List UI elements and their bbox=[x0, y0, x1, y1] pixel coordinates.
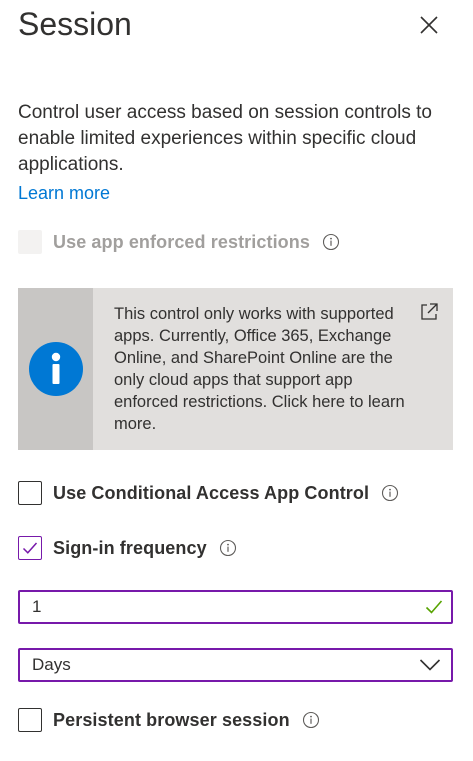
info-badge-icon bbox=[28, 342, 83, 396]
chevron-down-icon bbox=[419, 659, 441, 671]
info-icon[interactable] bbox=[219, 539, 237, 557]
checkmark-icon bbox=[425, 600, 443, 614]
frequency-value-input[interactable] bbox=[32, 592, 412, 622]
info-icon[interactable] bbox=[302, 711, 320, 729]
conditional-access-row: Use Conditional Access App Control bbox=[18, 479, 399, 507]
persistent-session-row: Persistent browser session bbox=[18, 706, 320, 734]
app-enforced-row: Use app enforced restrictions bbox=[18, 228, 340, 256]
external-link-icon[interactable] bbox=[419, 302, 439, 322]
frequency-unit-dropdown[interactable]: Days bbox=[18, 648, 453, 682]
info-icon[interactable] bbox=[322, 233, 340, 251]
close-button[interactable] bbox=[414, 10, 444, 40]
persistent-session-label[interactable]: Persistent browser session bbox=[53, 710, 290, 731]
conditional-access-label[interactable]: Use Conditional Access App Control bbox=[53, 483, 369, 504]
frequency-unit-value: Days bbox=[32, 655, 71, 674]
persistent-session-checkbox[interactable] bbox=[18, 708, 42, 732]
conditional-access-checkbox[interactable] bbox=[18, 481, 42, 505]
panel-title: Session bbox=[18, 6, 132, 42]
app-enforced-info-banner[interactable]: This control only works with supported a… bbox=[18, 288, 453, 450]
sign-in-frequency-value-field bbox=[18, 590, 453, 624]
app-enforced-checkbox bbox=[18, 230, 42, 254]
learn-more-link[interactable]: Learn more bbox=[18, 180, 110, 206]
info-box-text: This control only works with supported a… bbox=[114, 305, 405, 433]
sign-in-frequency-row: Sign-in frequency bbox=[18, 534, 237, 562]
sign-in-frequency-checkbox[interactable] bbox=[18, 536, 42, 560]
sign-in-frequency-label[interactable]: Sign-in frequency bbox=[53, 538, 207, 559]
panel-description: Control user access based on session con… bbox=[18, 102, 432, 175]
checkmark-icon bbox=[22, 542, 38, 554]
close-icon bbox=[420, 16, 438, 34]
info-icon[interactable] bbox=[381, 484, 399, 502]
app-enforced-label: Use app enforced restrictions bbox=[53, 231, 310, 252]
info-box-sidebar bbox=[18, 288, 93, 450]
